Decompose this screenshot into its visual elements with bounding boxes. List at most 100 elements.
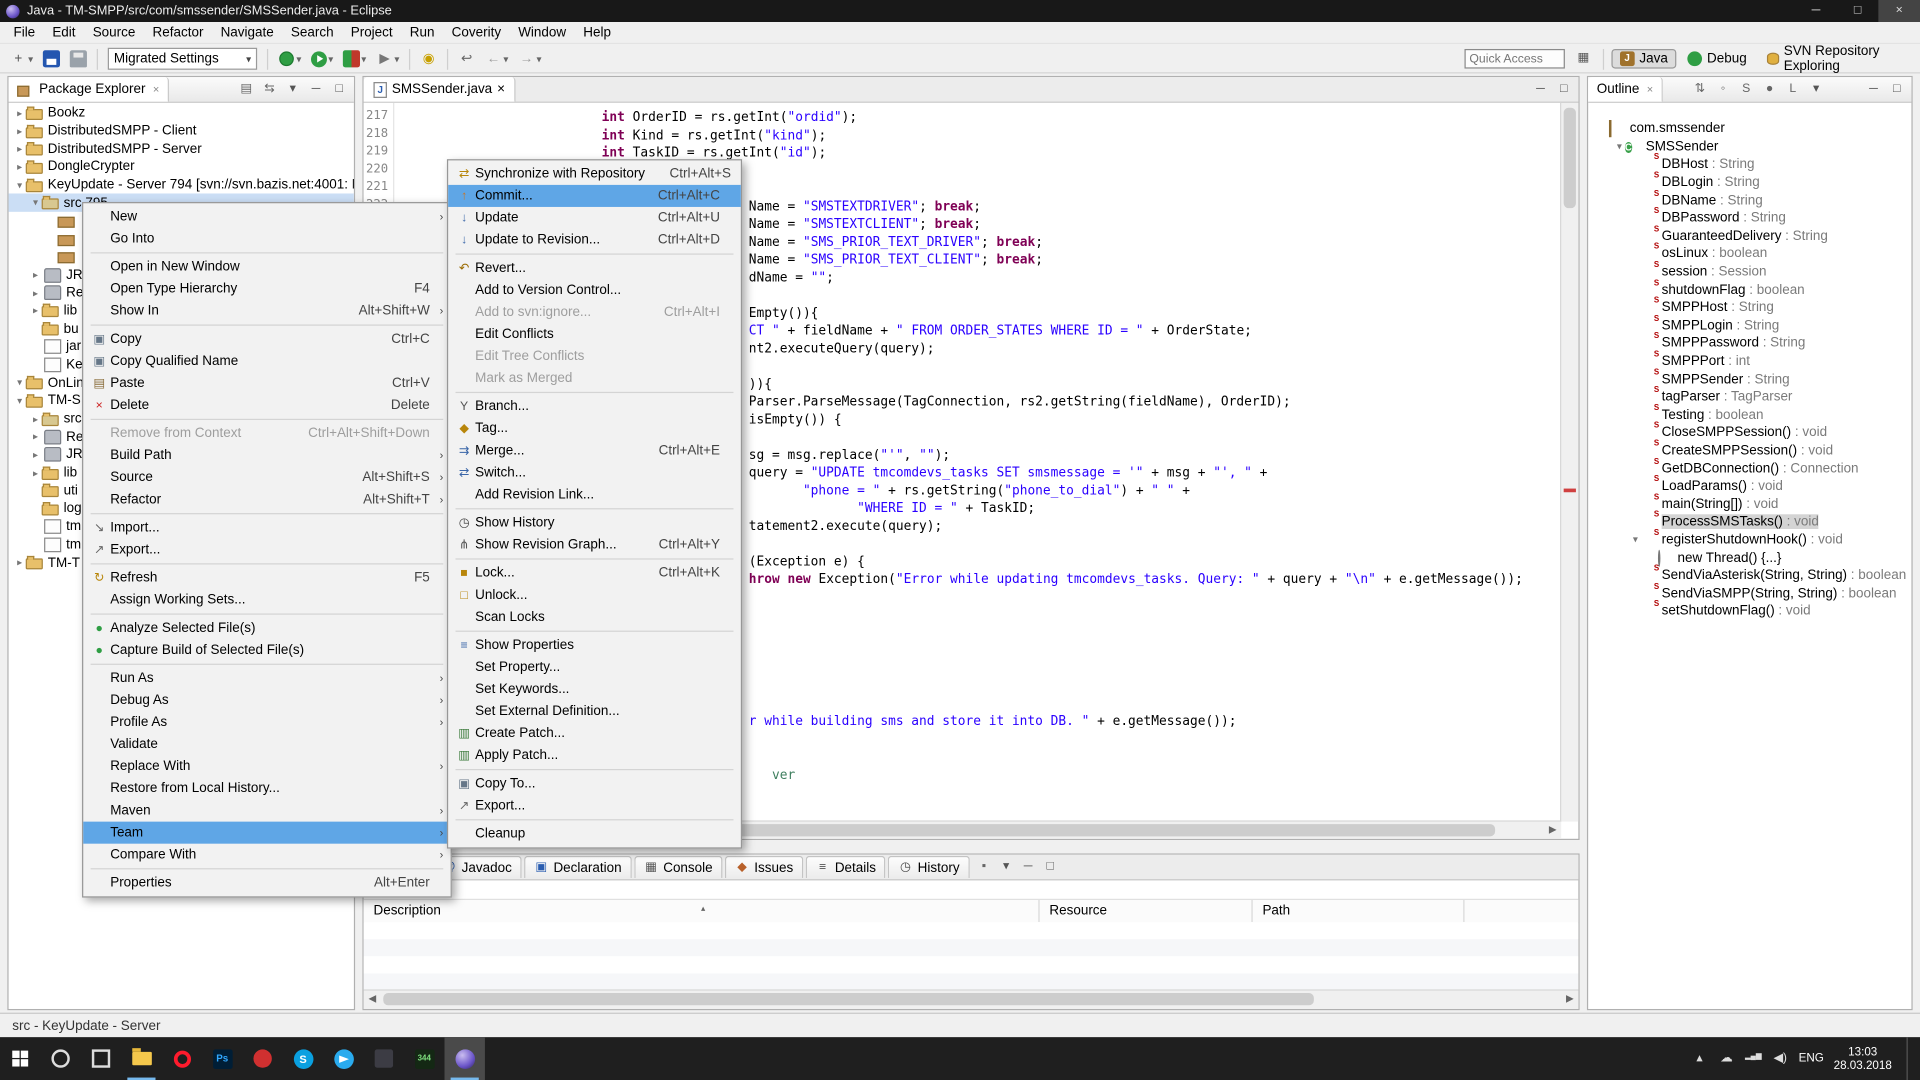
volume-icon[interactable]: ◀) xyxy=(1772,1052,1789,1065)
menu-item-show-revision-graph-[interactable]: ⋔ Show Revision Graph... Ctrl+Alt+Y xyxy=(448,534,741,556)
outline-item-new-thread-[interactable]: new Thread() {...} xyxy=(1588,549,1911,567)
expander-expanded-icon[interactable]: ▾ xyxy=(13,377,25,388)
outline-maximize-icon[interactable]: □ xyxy=(1887,80,1907,100)
menu-coverity[interactable]: Coverity xyxy=(443,21,510,43)
menu-item-create-patch-[interactable]: ▥ Create Patch... xyxy=(448,722,741,744)
table-row[interactable] xyxy=(363,956,1579,974)
expander-collapsed-icon[interactable]: ▸ xyxy=(29,305,41,316)
table-horizontal-scrollbar[interactable]: ◀ ▶ xyxy=(363,989,1579,1009)
outline-tab[interactable]: Outline × xyxy=(1588,77,1664,102)
tab-details[interactable]: ≡ Details xyxy=(805,855,886,878)
outline-item-session[interactable]: Ssession : Session xyxy=(1588,261,1911,281)
menu-item-export-[interactable]: ↗ Export... xyxy=(83,539,450,561)
perspective-svn-repository-exploring[interactable]: SVN Repository Exploring xyxy=(1758,42,1920,76)
menu-item-build-path[interactable]: Build Path › xyxy=(83,444,450,466)
forward-button[interactable]: → ▾ xyxy=(514,48,545,70)
menu-window[interactable]: Window xyxy=(510,21,575,43)
menu-item-open-in-new-window[interactable]: Open in New Window xyxy=(83,256,450,278)
menu-item-lock-[interactable]: ■ Lock... Ctrl+Alt+K xyxy=(448,562,741,584)
scroll-left-icon[interactable]: ◀ xyxy=(364,991,381,1008)
tree-item-distributedsmpp-client[interactable]: ▸ DistributedSMPP - Client xyxy=(9,122,354,140)
outline-item-sendviasmpp-string-string-[interactable]: S SendViaSMPP(String, String) : boolean xyxy=(1588,583,1911,603)
menu-item-properties[interactable]: Properties Alt+Enter xyxy=(83,872,450,894)
outline-item-dbhost[interactable]: S DBHost : String xyxy=(1588,154,1911,174)
menu-item-source[interactable]: Source Alt+Shift+S › xyxy=(83,467,450,489)
expander-collapsed-icon[interactable]: ▸ xyxy=(13,108,25,119)
menu-item-run-as[interactable]: Run As › xyxy=(83,667,450,689)
outline-item-oslinux[interactable]: SosLinux : boolean xyxy=(1588,243,1911,263)
editor-tab-smssender[interactable]: J SMSSender.java × xyxy=(363,77,516,102)
outline-item-closesmppsession-[interactable]: S CloseSMPPSession() : void xyxy=(1588,422,1911,442)
taskbar-start-button[interactable] xyxy=(0,1037,40,1080)
menu-item-copy-qualified-name[interactable]: ▣ Copy Qualified Name xyxy=(83,350,450,372)
taskbar-clock[interactable]: 13:03 28.03.2018 xyxy=(1834,1045,1892,1072)
menu-item-delete[interactable]: × Delete Delete xyxy=(83,394,450,416)
expander-collapsed-icon[interactable]: ▸ xyxy=(13,126,25,137)
taskbar-telegram-button[interactable] xyxy=(323,1037,363,1080)
outline-item-loadparams-[interactable]: S LoadParams() : void xyxy=(1588,475,1911,495)
outline-item-dblogin[interactable]: S DBLogin : String xyxy=(1588,172,1911,192)
menu-item-copy-to-[interactable]: ▣ Copy To... xyxy=(448,773,741,795)
expander-collapsed-icon[interactable]: ▸ xyxy=(29,431,41,442)
menu-file[interactable]: File xyxy=(5,21,44,43)
maximize-button[interactable]: □ xyxy=(1837,0,1879,22)
menu-edit[interactable]: Edit xyxy=(44,21,84,43)
save-button[interactable] xyxy=(39,48,63,70)
menu-search[interactable]: Search xyxy=(282,21,342,43)
close-button[interactable]: × xyxy=(1878,0,1920,23)
outline-item-smpppassword[interactable]: S SMPPPassword : String xyxy=(1588,332,1911,352)
menu-item-show-history[interactable]: ◷ Show History xyxy=(448,512,741,534)
menu-item-update[interactable]: ↓ Update Ctrl+Alt+U xyxy=(448,207,741,229)
scrollbar-thumb[interactable] xyxy=(383,993,1314,1006)
menu-item-update-to-revision-[interactable]: ↓ Update to Revision... Ctrl+Alt+D xyxy=(448,229,741,251)
menu-item-validate[interactable]: Validate xyxy=(83,733,450,755)
outline-minimize-icon[interactable]: ─ xyxy=(1864,80,1884,100)
menu-item-scan-locks[interactable]: Scan Locks xyxy=(448,606,741,628)
expander-expanded-icon[interactable]: ▾ xyxy=(29,197,41,208)
expander-collapsed-icon[interactable]: ▸ xyxy=(29,413,41,424)
outline-item-smssender[interactable]: ▾ C SMSSender xyxy=(1588,138,1911,156)
menu-item-show-properties[interactable]: ≡ Show Properties xyxy=(448,634,741,656)
outline-item-smpphost[interactable]: S SMPPHost : String xyxy=(1588,297,1911,317)
minimize-icon[interactable]: ─ xyxy=(1018,857,1038,877)
minimize-icon[interactable]: ─ xyxy=(306,80,326,100)
outline-item-testing[interactable]: S Testing : boolean xyxy=(1588,404,1911,424)
outline-item-registershutdownhook-[interactable]: ▾ SregisterShutdownHook() : void xyxy=(1588,529,1911,549)
taskbar-red-app-button[interactable] xyxy=(242,1037,282,1080)
menu-item-go-into[interactable]: Go Into xyxy=(83,228,450,250)
package-explorer-tab[interactable]: Package Explorer × xyxy=(8,77,170,102)
table-row[interactable] xyxy=(363,922,1579,940)
menu-item-branch-[interactable]: Y Branch... xyxy=(448,396,741,418)
outline-item-getdbconnection-[interactable]: S GetDBConnection() : Connection xyxy=(1588,457,1911,478)
table-row[interactable] xyxy=(363,973,1579,991)
menu-item-merge-[interactable]: ⇉ Merge... Ctrl+Alt+E xyxy=(448,440,741,462)
minimize-button[interactable]: ─ xyxy=(1795,0,1837,22)
outline-item-setshutdownflag-[interactable]: SsetShutdownFlag() : void xyxy=(1588,600,1911,620)
menu-item-switch-[interactable]: ⇄ Switch... xyxy=(448,462,741,484)
link-with-editor-icon[interactable]: ⇆ xyxy=(260,80,280,100)
tree-item-bookz[interactable]: ▸ Bookz xyxy=(9,104,354,122)
external-tools-button[interactable]: ▶ ▾ xyxy=(372,48,403,70)
menu-item-set-property-[interactable]: Set Property... xyxy=(448,656,741,678)
outline-item-smppsender[interactable]: S SMPPSender : String xyxy=(1588,368,1911,388)
menu-item-assign-working-sets-[interactable]: Assign Working Sets... xyxy=(83,589,450,611)
menu-item-maven[interactable]: Maven › xyxy=(83,800,450,822)
last-edit-location-button[interactable]: ↩ xyxy=(454,48,478,70)
expander-collapsed-icon[interactable]: ▸ xyxy=(29,449,41,460)
taskbar-photoshop-button[interactable]: Ps xyxy=(202,1037,242,1080)
tab-console[interactable]: ▦ Console xyxy=(633,855,723,878)
taskbar-opera-button[interactable] xyxy=(162,1037,202,1080)
taskbar-search-button[interactable] xyxy=(40,1037,80,1080)
expander-collapsed-icon[interactable]: ▸ xyxy=(29,287,41,298)
taskbar-eclipse-button[interactable] xyxy=(444,1037,485,1080)
menu-run[interactable]: Run xyxy=(401,21,443,43)
menu-item-unlock-[interactable]: □ Unlock... xyxy=(448,584,741,606)
close-icon[interactable]: × xyxy=(153,83,159,95)
perspective-java[interactable]: J Java xyxy=(1611,48,1677,69)
tree-item-keyupdate-server-794-svn-svn-bazis-net-4001-bazis-[interactable]: ▾ KeyUpdate - Server 794 [svn://svn.bazis… xyxy=(9,176,354,194)
expander-expanded-icon[interactable]: ▾ xyxy=(1614,141,1625,152)
expander-collapsed-icon[interactable]: ▸ xyxy=(13,557,25,568)
outline-tree[interactable]: com.smssender ▾ C SMSSender S DBHost : String… xyxy=(1588,103,1911,1009)
menu-help[interactable]: Help xyxy=(575,21,620,43)
editor-minimize-icon[interactable]: ─ xyxy=(1531,80,1551,100)
